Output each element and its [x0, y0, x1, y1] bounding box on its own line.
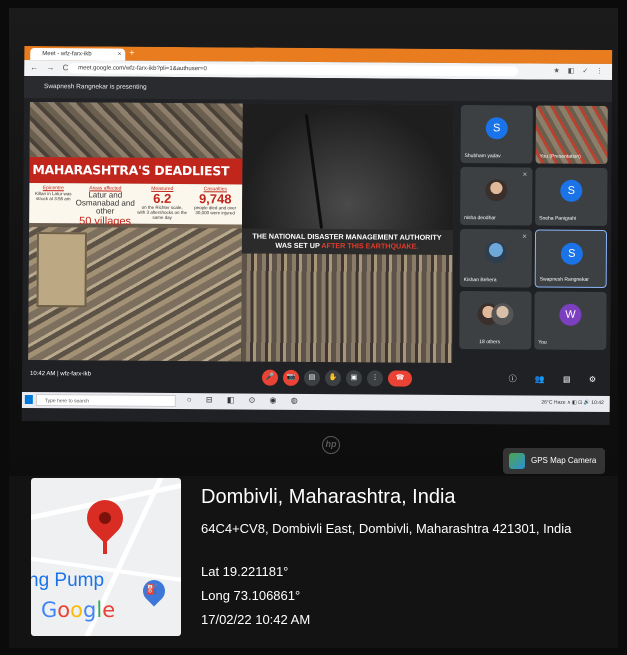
close-tab-icon[interactable]: ×: [118, 49, 122, 61]
longitude: Long 73.106861°: [201, 588, 301, 603]
shared-slide: MAHARASHTRA'S DEADLIEST EARTHQUAKE Epice…: [28, 101, 454, 363]
mic-muted-icon: ✕: [522, 172, 528, 179]
taskbar-app-icons[interactable]: ○ ⊟ ◧ ⊙ ◉ ◍: [187, 395, 304, 405]
participant-tile-others[interactable]: 18 others: [459, 290, 532, 350]
meet-side-controls[interactable]: ⓘ 👥 ▤ ⚙: [509, 373, 604, 385]
participant-tile-presentation[interactable]: You (Presentation): [535, 105, 608, 165]
participant-name: nisha deodhar: [464, 215, 496, 222]
new-tab-button[interactable]: +: [129, 48, 134, 58]
windows-start-icon[interactable]: [24, 394, 33, 405]
ndma-caption: THE NATIONAL DISASTER MANAGEMENT AUTHORI…: [247, 232, 447, 251]
participant-tile[interactable]: ✕ Kishan Behera: [459, 228, 533, 288]
google-logo: Google: [41, 598, 115, 622]
participant-tile-active[interactable]: S Swapnesh Rangnekar: [534, 229, 608, 289]
google-letter: o: [57, 598, 71, 622]
rubble-photo-top: [29, 101, 243, 159]
google-letter: o: [70, 598, 83, 622]
fact-text: on the Richter scale, with 3 aftershocks…: [137, 204, 188, 220]
mic-muted-icon: ✕: [521, 234, 528, 241]
end-call-button[interactable]: ☎: [387, 370, 413, 387]
fact-casualties: Casualties 9,748 people died and over 30…: [189, 186, 241, 215]
more-options-button[interactable]: ⋮: [366, 370, 384, 387]
participant-name: Kishan Behera: [463, 277, 497, 284]
facts-strip: Epicentre Killari in Latur was struck at…: [29, 182, 243, 228]
taskbar-search-input[interactable]: Type here to search: [35, 394, 176, 408]
presenting-banner: Swapnesh Rangnekar is presenting: [23, 75, 613, 103]
participant-name: You (Presentation): [539, 153, 581, 160]
fact-value: 6.2: [153, 190, 172, 206]
ndma-highlight: AFTER THIS EARTHQUAKE.: [321, 241, 419, 251]
location-pin-stem: [103, 534, 107, 554]
windows-taskbar: Type here to search ○ ⊟ ◧ ⊙ ◉ ◍ 26°C Haz…: [21, 391, 610, 413]
gps-camera-icon: [509, 453, 525, 469]
slide-right-photo: THE NATIONAL DISASTER MANAGEMENT AUTHORI…: [241, 103, 454, 363]
ndma-line2: WAS SET UP: [275, 240, 322, 251]
crowd-photo: [241, 253, 453, 363]
slide-left-photo: MAHARASHTRA'S DEADLIEST EARTHQUAKE Epice…: [28, 101, 243, 362]
location-city: Dombivli, Maharashtra, India: [201, 486, 456, 508]
system-tray[interactable]: 26°C Haze ∧ ◧ ⊡ 🔊 10:42: [541, 400, 604, 406]
avatar: [484, 241, 507, 264]
gps-app-badge: GPS Map Camera: [503, 448, 605, 474]
participant-tile-self[interactable]: W You: [534, 291, 607, 351]
fuel-station-icon: ⛽: [138, 575, 170, 607]
meeting-code: wfz-farx-ikb: [60, 371, 91, 378]
damaged-building: [36, 232, 88, 308]
laptop-screen: Meet - wfz-farx-ikb × + ← → C meet.googl…: [21, 45, 613, 426]
fact-areas: Areas affected Latur and Osmanabad and o…: [75, 185, 135, 227]
meeting-time: 10:42 AM: [30, 371, 56, 378]
participant-name: Sneha Panigrahi: [539, 215, 577, 222]
url-field[interactable]: meet.google.com/wfz-farx-ikb?pli=1&authu…: [68, 63, 519, 77]
browser-tab[interactable]: Meet - wfz-farx-ikb ×: [30, 47, 126, 61]
participant-tile[interactable]: S Shubham yadav: [460, 105, 533, 164]
fact-text: people died and over 30,000 were injured: [194, 205, 237, 216]
fact-text: Latur and Osmanabad and other: [75, 190, 135, 216]
tab-title: Meet - wfz-farx-ikb: [42, 51, 92, 58]
avatar: [485, 179, 508, 202]
timestamp: 17/02/22 10:42 AM: [201, 612, 311, 627]
fact-value: 9,748: [198, 191, 232, 207]
fact-villages: 50 villages: [79, 215, 132, 228]
fuel-glyph: ⛽: [145, 584, 158, 596]
raise-hand-button[interactable]: ✋: [324, 370, 342, 387]
latitude: Lat 19.221181°: [201, 564, 289, 579]
extension-icons[interactable]: ★ ◧ ✓ ⋮: [554, 67, 607, 75]
location-map: ng Pump ⛽ Google: [31, 478, 181, 636]
mic-toggle-button[interactable]: 🎤: [261, 369, 279, 386]
participant-name: Shubham yadav: [464, 153, 501, 160]
google-letter: G: [41, 598, 58, 622]
cracked-road-photo: [242, 103, 454, 230]
participant-tile[interactable]: ✕ nisha deodhar: [460, 167, 533, 226]
fact-text: Killari in Latur was struck at 3:56 am: [35, 191, 72, 202]
participant-name: 18 others: [479, 339, 501, 346]
avatar: S: [560, 242, 583, 265]
fact-measured: Measured 6.2 on the Richter scale, with …: [137, 186, 187, 220]
location-address: 64C4+CV8, Dombivli East, Dombivli, Mahar…: [201, 521, 572, 536]
avatar: W: [559, 303, 582, 326]
participant-name: Swapnesh Rangnekar: [539, 276, 589, 283]
google-letter: g: [83, 598, 97, 622]
avatar: [491, 303, 514, 326]
hp-logo-icon: hp: [322, 436, 340, 454]
captions-button[interactable]: ▤: [303, 369, 321, 387]
participant-name: You: [538, 339, 547, 346]
gps-app-name: GPS Map Camera: [531, 456, 597, 465]
fact-epicentre: Epicentre Killari in Latur was struck at…: [31, 185, 75, 201]
google-letter: e: [102, 598, 116, 622]
navigation-buttons[interactable]: ← → C: [30, 63, 71, 72]
participant-tile[interactable]: S Sneha Panigrahi: [535, 167, 608, 227]
map-place-label: ng Pump: [31, 570, 105, 591]
avatar: S: [485, 117, 508, 140]
meet-control-bar: 10:42 AM | wfz-farx-ikb 🎤 📷 ▤ ✋ ▣ ⋮ ☎ ⓘ …: [21, 363, 611, 393]
avatar: S: [560, 179, 583, 202]
present-button[interactable]: ▣: [345, 370, 363, 387]
meeting-time-code: 10:42 AM | wfz-farx-ikb: [30, 371, 91, 378]
photo-frame: Meet - wfz-farx-ikb × + ← → C meet.googl…: [9, 8, 618, 648]
camera-toggle-button[interactable]: 📷: [282, 369, 300, 386]
